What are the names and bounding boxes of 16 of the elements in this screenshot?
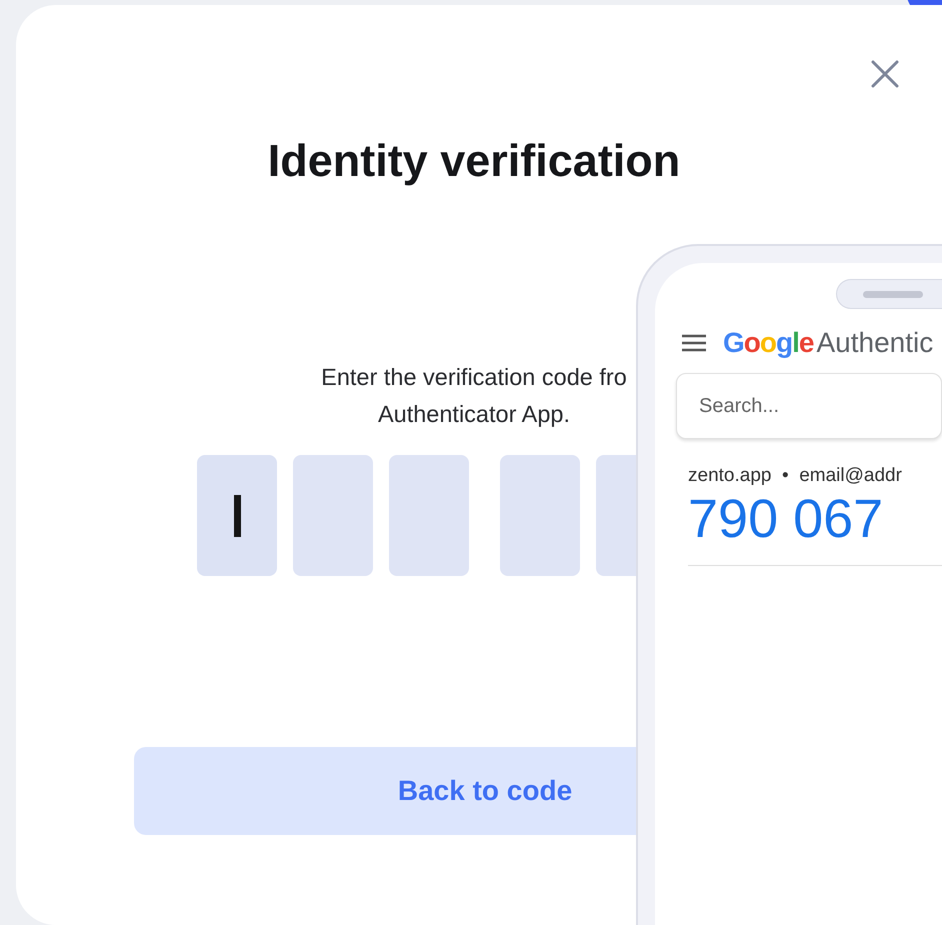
code-digit-field[interactable]	[596, 455, 636, 576]
code-digit-field[interactable]	[293, 455, 373, 576]
otp-code: 790 067	[688, 489, 884, 549]
google-logo-text: Google	[723, 327, 814, 359]
text-cursor	[234, 494, 240, 536]
account-label: zento.app • email@addr	[688, 465, 903, 487]
back-to-code-button[interactable]: Back to code	[134, 747, 636, 835]
menu-icon[interactable]	[681, 334, 707, 352]
dialog-title: Identity verification	[266, 135, 682, 187]
app-name: Authentic	[816, 327, 934, 359]
code-digit-field[interactable]	[500, 455, 580, 576]
search-field[interactable]: Search...	[676, 373, 942, 439]
code-digit-field[interactable]	[389, 455, 469, 576]
close-icon	[870, 59, 900, 89]
instruction-text: Enter the verification code fro Authenticator App.	[321, 363, 627, 429]
code-digit-field[interactable]	[197, 455, 277, 576]
